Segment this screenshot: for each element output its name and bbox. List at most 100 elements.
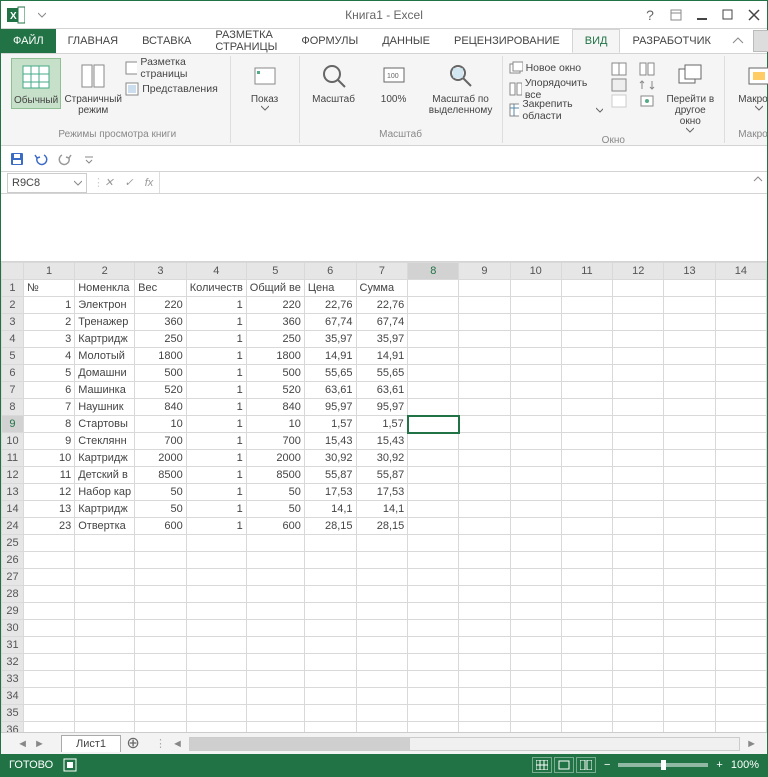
cell[interactable] [561, 535, 612, 552]
cell[interactable]: 840 [135, 399, 187, 416]
cell[interactable] [664, 501, 715, 518]
cell[interactable] [715, 654, 766, 671]
column-header[interactable]: 13 [664, 263, 715, 280]
formula-bar[interactable] [159, 172, 767, 193]
cell[interactable] [561, 501, 612, 518]
cell[interactable] [561, 603, 612, 620]
cell[interactable] [510, 603, 561, 620]
select-all-corner[interactable] [2, 263, 24, 280]
cell[interactable]: 35,97 [304, 331, 356, 348]
row-header[interactable]: 5 [2, 348, 24, 365]
column-header[interactable]: 3 [135, 263, 187, 280]
row-header[interactable]: 25 [2, 535, 24, 552]
cell[interactable] [459, 586, 510, 603]
cell[interactable] [135, 603, 187, 620]
cell[interactable] [561, 586, 612, 603]
cell[interactable] [561, 552, 612, 569]
sheet-tab[interactable]: Лист1 [61, 735, 121, 752]
cell[interactable] [510, 637, 561, 654]
cell[interactable]: 14,91 [356, 348, 408, 365]
row-header[interactable]: 9 [2, 416, 24, 433]
cell[interactable] [561, 348, 612, 365]
cell[interactable] [561, 331, 612, 348]
row-header[interactable]: 14 [2, 501, 24, 518]
cell[interactable] [613, 603, 664, 620]
cell[interactable] [356, 671, 408, 688]
cell[interactable] [75, 620, 135, 637]
cell[interactable] [304, 603, 356, 620]
cell[interactable] [664, 467, 715, 484]
cell[interactable] [304, 671, 356, 688]
cell[interactable]: Домашни [75, 365, 135, 382]
tab-разметка страницы[interactable]: РАЗМЕТКА СТРАНИЦЫ [203, 29, 289, 53]
column-header[interactable]: 10 [510, 263, 561, 280]
row-header[interactable]: 34 [2, 688, 24, 705]
name-box[interactable]: R9C8 [7, 173, 87, 193]
cell[interactable]: 2000 [135, 450, 187, 467]
cell[interactable] [186, 620, 246, 637]
cell[interactable] [664, 348, 715, 365]
cell[interactable] [561, 518, 612, 535]
cell[interactable] [408, 603, 459, 620]
cell[interactable]: 700 [135, 433, 187, 450]
cell[interactable]: 95,97 [356, 399, 408, 416]
cell[interactable] [304, 620, 356, 637]
view-page-layout-button[interactable]: Разметка страницы [125, 58, 223, 78]
cell[interactable]: 10 [246, 416, 304, 433]
cell[interactable]: 55,87 [304, 467, 356, 484]
cell[interactable]: 500 [135, 365, 187, 382]
cell[interactable] [510, 586, 561, 603]
cell[interactable]: Сумма [356, 280, 408, 297]
formula-bar-expanded[interactable] [1, 194, 767, 262]
cell[interactable]: 1,57 [356, 416, 408, 433]
row-header[interactable]: 7 [2, 382, 24, 399]
cell[interactable] [561, 671, 612, 688]
cell[interactable] [75, 722, 135, 733]
cell[interactable]: 360 [135, 314, 187, 331]
cell[interactable]: 8 [23, 416, 74, 433]
cell[interactable]: Стартовы [75, 416, 135, 433]
cell[interactable] [664, 603, 715, 620]
cell[interactable] [715, 518, 766, 535]
cell[interactable] [408, 365, 459, 382]
cell[interactable] [186, 671, 246, 688]
cell[interactable] [304, 586, 356, 603]
cell[interactable] [356, 535, 408, 552]
cell[interactable] [510, 297, 561, 314]
cell[interactable] [135, 620, 187, 637]
cell[interactable] [246, 688, 304, 705]
cell[interactable] [510, 331, 561, 348]
cell[interactable] [304, 654, 356, 671]
cell[interactable] [664, 671, 715, 688]
column-header[interactable]: 12 [613, 263, 664, 280]
cell[interactable] [135, 705, 187, 722]
cell[interactable] [715, 569, 766, 586]
cell[interactable] [408, 518, 459, 535]
cell[interactable] [561, 654, 612, 671]
cell[interactable] [23, 586, 74, 603]
cell[interactable] [715, 365, 766, 382]
cell[interactable]: 23 [23, 518, 74, 535]
cell[interactable] [186, 654, 246, 671]
cell[interactable] [459, 331, 510, 348]
cell[interactable] [664, 654, 715, 671]
cell[interactable] [408, 671, 459, 688]
cell[interactable] [304, 552, 356, 569]
cell[interactable] [613, 705, 664, 722]
cell[interactable] [664, 688, 715, 705]
cell[interactable]: Тренажер [75, 314, 135, 331]
cell[interactable]: Наушник [75, 399, 135, 416]
cell[interactable] [561, 620, 612, 637]
cell[interactable]: 67,74 [356, 314, 408, 331]
cell[interactable] [356, 552, 408, 569]
cell[interactable] [408, 637, 459, 654]
cell[interactable] [510, 620, 561, 637]
cell[interactable] [246, 552, 304, 569]
cell[interactable]: 1 [186, 297, 246, 314]
horizontal-scrollbar[interactable] [189, 737, 740, 751]
cell[interactable]: 1 [186, 331, 246, 348]
cell[interactable] [715, 467, 766, 484]
row-header[interactable]: 32 [2, 654, 24, 671]
cell[interactable] [356, 620, 408, 637]
cell[interactable]: 3 [23, 331, 74, 348]
